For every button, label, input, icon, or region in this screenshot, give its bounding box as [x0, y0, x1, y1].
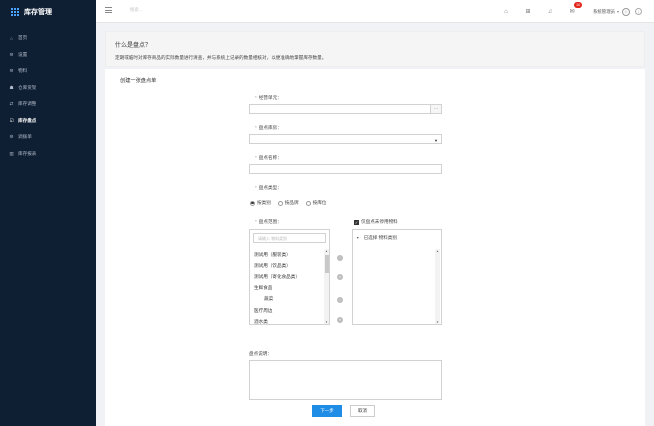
sidebar-item-label: 首页 [18, 35, 28, 41]
bell-icon[interactable]: ♫ [539, 9, 561, 15]
business-unit-label: * 经营单元： [255, 95, 282, 100]
app-title: 库存管理 [24, 8, 52, 16]
scrollbar-thumb[interactable] [324, 255, 329, 273]
type-radio-group: 按类别 按品牌 按库位 [250, 200, 333, 206]
list-item[interactable]: 测试用（服装类） [254, 249, 324, 260]
home-shortcut-icon[interactable]: ⌂ [495, 9, 517, 15]
list-item[interactable]: 生鲜食品 [254, 283, 324, 294]
home-icon: ⌂ [10, 35, 13, 41]
adjust-icon: ⇄ [9, 101, 14, 107]
move-left-button[interactable]: ‹ [337, 297, 343, 303]
form-card: 创建一张盘点单 * 经营单元： ··· * 盘点库房： ▼ * 盘点名称： * 盘点类型… [105, 69, 645, 426]
category-selected-list[interactable]: ▼ 已选择 物料类别 ▲ ▼ [352, 229, 442, 325]
sidebar-item-materials[interactable]: ⚙ 物料 [0, 63, 96, 80]
sidebar-item-inventory-check[interactable]: ☑ 库存盘点 [0, 113, 96, 130]
next-button[interactable]: 下一步 [312, 405, 342, 417]
list-item[interactable]: 测试用（寄化食品类） [254, 271, 324, 282]
sidebar-item-label: 库存盘点 [18, 117, 37, 123]
banner-question: 什么是盘点？ [115, 43, 152, 49]
app-logo[interactable]: 库存管理 [0, 0, 96, 23]
name-label: * 盘点名称： [255, 155, 282, 160]
scroll-up-icon[interactable]: ▲ [435, 249, 440, 253]
notification-badge: 10 [574, 2, 583, 8]
topbar-actions: ⌂ ⊞ ♫ ✉ 10 系统管理员 ▾ ☺ i [495, 0, 654, 23]
sidebar-item-label: 库存调整 [18, 101, 37, 107]
name-field[interactable] [249, 164, 442, 174]
sidebar-item-warehouse[interactable]: ☗ 仓库货架 [0, 80, 96, 97]
avatar[interactable]: ☺ [622, 7, 630, 16]
user-name: 系统管理员 [593, 8, 615, 14]
warehouse-label: * 盘点库房： [255, 125, 282, 130]
gear-icon: ⚙ [9, 51, 14, 57]
scope-label: * 盘点范围： [255, 219, 282, 224]
form-title: 创建一张盘点单 [120, 78, 157, 84]
chevron-down-icon[interactable]: ▼ [356, 236, 360, 240]
selected-tree-header[interactable]: ▼ 已选择 物料类别 [356, 235, 397, 241]
cancel-button[interactable]: 取消 [350, 405, 375, 417]
sidebar-item-report[interactable]: ▥ 库存报表 [0, 146, 96, 163]
move-right-all-button[interactable]: » [337, 274, 343, 280]
apps-grid-icon [11, 7, 19, 16]
browse-button[interactable]: ··· [430, 104, 442, 114]
sidebar-item-transfer[interactable]: ⚙ 调拨单 [0, 129, 96, 146]
scroll-down-icon[interactable]: ▼ [324, 320, 329, 324]
radio-dot[interactable] [250, 200, 255, 206]
menu-toggle-icon[interactable] [105, 7, 112, 14]
sidebar-item-label: 调拨单 [18, 134, 32, 140]
message-icon[interactable]: ✉ 10 [561, 2, 583, 15]
list-item[interactable]: 医疗周边 [254, 305, 324, 316]
banner-description: 定期或临时对库存商品的实际数量进行清查，并与系统上记录的数量相核对，以便准确地掌… [115, 55, 327, 60]
description-label: 盘点说明： [249, 351, 272, 356]
search-input[interactable]: 搜索... [130, 7, 142, 13]
sidebar-nav: ⌂ 首页 ⚙ 设置 ⚙ 物料 ☗ 仓库货架 ⇄ 库存调整 ☑ 库存盘点 ⚙ 调拨… [0, 30, 96, 162]
material-icon: ⚙ [9, 68, 14, 74]
radio-dot[interactable] [305, 200, 311, 206]
sidebar-item-home[interactable]: ⌂ 首页 [0, 30, 96, 47]
list-item[interactable]: 酒水类 [254, 316, 324, 327]
category-filter-input[interactable]: 请输入 物料类别 [253, 233, 326, 243]
category-list: 测试用（服装类） 测试用（饮品类） 测试用（寄化食品类） 生鲜食品 蔬菜 医疗周… [254, 249, 324, 327]
business-unit-field[interactable]: ··· [249, 104, 442, 114]
scroll-down-icon[interactable]: ▼ [435, 320, 440, 324]
list-scrollbar[interactable]: ▲ ▼ [324, 249, 329, 324]
info-icon[interactable]: i [635, 8, 642, 15]
description-textarea[interactable] [249, 360, 442, 400]
sidebar: 库存管理 ⌂ 首页 ⚙ 设置 ⚙ 物料 ☗ 仓库货架 ⇄ 库存调整 ☑ 库存盘点… [0, 0, 96, 426]
sidebar-item-label: 仓库货架 [18, 84, 37, 90]
scroll-up-icon[interactable]: ▲ [324, 249, 329, 253]
sidebar-item-settings[interactable]: ⚙ 设置 [0, 47, 96, 64]
sidebar-item-label: 库存报表 [18, 150, 37, 156]
sidebar-item-label: 物料 [18, 68, 28, 74]
checkbox-checked-icon[interactable]: ✓ [354, 219, 359, 225]
category-source-list[interactable]: 请输入 物料类别 测试用（服装类） 测试用（饮品类） 测试用（寄化食品类） 生鲜… [249, 229, 330, 325]
list-item[interactable]: 蔬菜 [254, 294, 324, 305]
report-icon: ▥ [9, 150, 14, 156]
type-label: * 盘点类型： [255, 185, 282, 190]
radio-dot[interactable] [277, 200, 283, 206]
info-banner: 什么是盘点？ 定期或临时对库存商品的实际数量进行清查，并与系统上记录的数量相核对… [105, 31, 645, 67]
grid-icon[interactable]: ⊞ [517, 8, 539, 15]
sidebar-item-label: 设置 [18, 51, 28, 57]
transfer-icon: ⚙ [9, 134, 14, 140]
radio-by-category[interactable]: 按类别 [250, 200, 271, 206]
radio-by-location[interactable]: 按库位 [305, 200, 326, 206]
inventory-check-icon: ☑ [9, 117, 14, 123]
warehouse-icon: ☗ [9, 84, 14, 90]
main-content: 什么是盘点？ 定期或临时对库存商品的实际数量进行清查，并与系统上记录的数量相核对… [96, 23, 654, 426]
warehouse-select[interactable]: ▼ [249, 134, 442, 144]
sidebar-item-stock-adjust[interactable]: ⇄ 库存调整 [0, 96, 96, 113]
move-left-all-button[interactable]: « [337, 317, 343, 323]
chevron-down-icon: ▼ [434, 137, 438, 143]
radio-by-brand[interactable]: 按品牌 [277, 200, 299, 206]
chevron-down-icon: ▾ [616, 9, 619, 14]
topbar: 搜索... ⌂ ⊞ ♫ ✉ 10 系统管理员 ▾ ☺ i [96, 0, 654, 23]
move-right-button[interactable]: › [337, 255, 343, 261]
only-disabled-checkbox[interactable]: ✓ 仅盘点未停用物料 [354, 219, 398, 225]
selected-scrollbar[interactable]: ▲ ▼ [435, 249, 440, 324]
list-item[interactable]: 测试用（饮品类） [254, 260, 324, 271]
user-menu[interactable]: 系统管理员 ▾ ☺ i [593, 7, 642, 16]
